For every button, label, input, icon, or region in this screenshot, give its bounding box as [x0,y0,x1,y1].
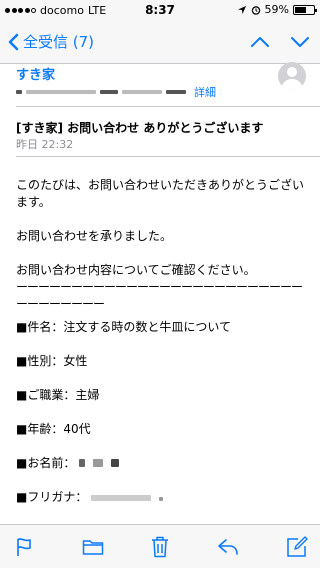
avatar-body [282,79,302,90]
body-line [16,370,306,387]
sender-avatar [278,62,306,90]
recipient-row: 詳細 [16,84,216,100]
sender-name[interactable]: すき家 [16,64,55,83]
message-date: 昨日 22:32 [16,138,74,151]
body-line [16,472,306,489]
body-line: ■ご職業：主婦 [16,388,100,402]
alarm-icon [251,5,260,15]
kana-label: ■フリガナ： [16,490,88,504]
compose-icon [287,536,308,557]
redacted-name [79,459,86,467]
body-line [16,438,306,455]
avatar-head [287,67,297,77]
move-to-folder-button[interactable] [81,535,105,559]
back-button[interactable]: 全受信 (7) [8,31,94,52]
compose-button[interactable] [285,535,309,559]
redacted-recipient [166,90,186,94]
kana-line: ■フリガナ： [16,489,306,506]
bottom-toolbar [0,524,320,568]
reply-button[interactable] [216,535,240,559]
folder-icon [82,540,104,555]
previous-message-button[interactable] [248,32,272,52]
details-link[interactable]: 詳細 [194,84,216,100]
battery-icon [293,4,317,15]
navigation-bar: 全受信 (7) [0,20,320,64]
body-line: このたびは、お問い合わせいただきありがとうございます。 [16,178,305,209]
redacted-name [93,459,103,467]
redacted-recipient [16,90,22,94]
next-message-button[interactable] [288,32,312,52]
header-divider [16,106,320,107]
redacted-recipient [122,90,162,94]
redacted-name [110,459,119,467]
redacted-kana [159,497,163,501]
sender-block: すき家 詳細 [0,64,320,104]
subject-divider [16,156,320,157]
trash-button[interactable] [148,535,172,559]
status-right: 59% [237,3,317,16]
chevron-up-icon [251,37,269,47]
status-bar: docomo LTE 8:37 59% [0,0,320,20]
message-body: このたびは、お問い合わせいただきありがとうございます。 お問い合わせを承りました… [16,177,306,506]
body-line-separator: ーーーーーーーーーーーーーーーーーーーーーーーーーーーーーーーーーー [16,280,303,311]
flag-icon [17,538,31,556]
message-subject: [すき家] お問い合わせ ありがとうございます [16,121,264,135]
name-line: ■お名前： [16,455,306,472]
message-navigation [248,32,312,52]
battery-percentage: 59% [264,3,289,16]
redacted-recipient [26,90,96,94]
body-line [16,211,306,228]
body-line: お問い合わせを承りました。 [16,229,173,243]
redacted-recipient [100,90,118,94]
body-line [16,336,306,353]
back-button-label: 全受信 (7) [23,33,95,51]
reply-icon [218,539,238,555]
trash-icon [152,536,168,558]
flag-button[interactable] [12,535,36,559]
body-line: ■件名：注文する時の数と牛皿について [16,320,231,334]
chevron-down-icon [291,37,309,47]
body-line: ■性別：女性 [16,354,88,368]
name-label: ■お名前： [16,456,76,470]
body-line: ■年齢：40代 [16,422,91,436]
body-line [16,245,306,262]
location-icon [237,5,246,14]
body-line [16,404,306,421]
chevron-left-icon [8,33,19,50]
battery-fill [295,6,306,13]
body-line: お問い合わせ内容についてご確認ください。 [16,263,256,277]
redacted-kana [91,495,152,501]
